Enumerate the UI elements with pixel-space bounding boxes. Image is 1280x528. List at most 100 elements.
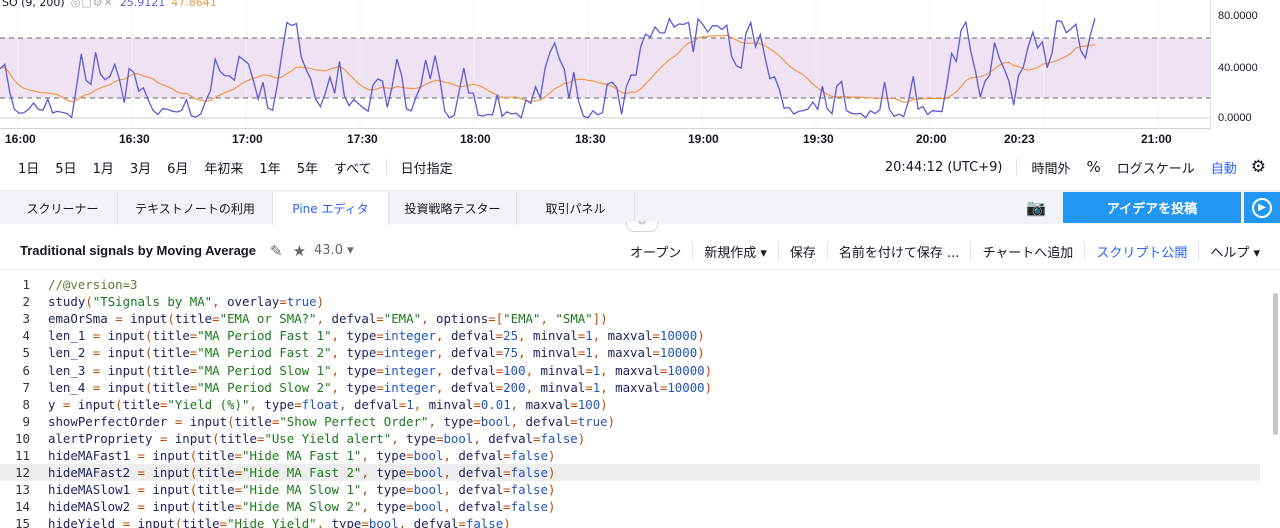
indicator-controls-icons[interactable]: ◎▢⚙✕ [71, 0, 114, 9]
line-number: 11 [15, 448, 30, 463]
line-code[interactable]: hideMASlow1 = input(title="Hide MA Slow … [48, 482, 555, 497]
line-number: 9 [22, 413, 30, 429]
x-tick: 21:00 [1141, 132, 1172, 146]
code-line[interactable]: 8 y = input(title="Yield (%)", type=float… [0, 396, 1260, 413]
line-code[interactable]: study("TSignals by MA", overlay=true) [48, 294, 324, 309]
range-ytd[interactable]: 年初来 [196, 158, 251, 177]
indicator-label[interactable]: SO (9, 200) [2, 0, 65, 9]
price-axis[interactable] [1210, 0, 1280, 130]
pencil-icon[interactable]: ✎ [270, 242, 283, 260]
x-tick: 18:00 [460, 132, 491, 146]
line-number: 14 [15, 499, 30, 515]
code-line[interactable]: 2 study("TSignals by MA", overlay=true) [0, 293, 1260, 310]
code-line[interactable]: 3 emaOrSma = input(title="EMA or SMA?", d… [0, 310, 1260, 327]
publish-script-button[interactable]: スクリプト公開 [1085, 242, 1198, 261]
range-all[interactable]: すべて [326, 158, 380, 177]
divider [1016, 159, 1018, 175]
percent-toggle[interactable]: % [1078, 158, 1108, 176]
bottom-panel-tabs: スクリーナー テキストノートの利用 Pine エディタ 投資戦略テスター 取引パ… [0, 190, 1280, 225]
line-code[interactable]: hideMASlow2 = input(title="Hide MA Slow … [48, 499, 555, 514]
date-picker-button[interactable]: 日付指定 [393, 158, 461, 177]
line-number: 5 [22, 345, 30, 361]
code-line[interactable]: 4 len_1 = input(title="MA Period Fast 1",… [0, 327, 1260, 344]
range-6m[interactable]: 6月 [159, 158, 196, 177]
new-button[interactable]: 新規作成 ▾ [693, 242, 778, 261]
save-button[interactable]: 保存 [779, 242, 827, 261]
x-tick: 18:30 [575, 132, 606, 146]
range-1y[interactable]: 1年 [251, 158, 288, 177]
line-code[interactable]: len_4 = input(title="MA Period Slow 2", … [48, 380, 712, 395]
line-number: 8 [22, 396, 30, 412]
range-5y[interactable]: 5年 [289, 158, 326, 177]
tab-trading-panel[interactable]: 取引パネル [517, 192, 635, 225]
editor-scrollbar[interactable] [1273, 293, 1278, 435]
x-tick: 17:00 [232, 132, 263, 146]
tradingview-window: { "chart": { "indicator_label": "SO (9, … [0, 0, 1280, 528]
line-code[interactable]: emaOrSma = input(title="EMA or SMA?", de… [48, 311, 608, 326]
post-idea-button[interactable]: アイデアを投稿 [1063, 192, 1241, 223]
line-code[interactable]: alertPropriety = input(title="Use Yield … [48, 431, 585, 446]
line-number: 6 [22, 362, 30, 378]
line-code[interactable]: hideMAFast1 = input(title="Hide MA Fast … [48, 448, 555, 463]
range-1d[interactable]: 1日 [10, 158, 47, 177]
tab-pine-editor[interactable]: Pine エディタ [273, 192, 389, 225]
x-tick: 19:30 [803, 132, 834, 146]
star-icon[interactable]: ★ [293, 242, 306, 260]
code-line[interactable]: 11 hideMAFast1 = input(title="Hide MA Fas… [0, 447, 1260, 464]
indicator-value-d: 47.8641 [171, 0, 217, 9]
line-number: 13 [15, 482, 30, 498]
extended-hours-toggle[interactable]: 時間外 [1023, 158, 1078, 177]
script-title[interactable]: Traditional signals by Moving Average [20, 243, 256, 258]
line-code[interactable]: y = input(title="Yield (%)", type=float,… [48, 397, 608, 412]
line-number: 3 [22, 311, 30, 327]
code-line[interactable]: 6 len_3 = input(title="MA Period Slow 1",… [0, 362, 1260, 379]
code-line[interactable]: 7 len_4 = input(title="MA Period Slow 2",… [0, 379, 1260, 396]
line-code[interactable]: len_1 = input(title="MA Period Fast 1", … [48, 328, 705, 343]
line-number: 7 [22, 379, 30, 395]
line-code[interactable]: showPerfectOrder = input(title="Show Per… [48, 414, 615, 429]
range-1m[interactable]: 1月 [85, 158, 122, 177]
line-number: 4 [22, 328, 30, 344]
clock-time[interactable]: 20:44:12 (UTC+9) [877, 160, 1011, 175]
code-line[interactable]: 13 hideMASlow1 = input(title="Hide MA Slo… [0, 481, 1260, 498]
camera-icon[interactable]: 📷 [1026, 198, 1046, 217]
code-line[interactable]: 14 hideMASlow2 = input(title="Hide MA Slo… [0, 498, 1260, 515]
line-code[interactable]: len_3 = input(title="MA Period Slow 1", … [48, 363, 712, 378]
tab-text-notes[interactable]: テキストノートの利用 [118, 192, 273, 225]
add-to-chart-button[interactable]: チャートへ追加 [971, 242, 1084, 261]
play-icon[interactable]: ▶ [1244, 192, 1280, 223]
code-line[interactable]: 12 hideMAFast2 = input(title="Hide MA Fas… [0, 464, 1260, 482]
line-code[interactable]: //@version=3 [48, 277, 138, 292]
line-number: 12 [15, 465, 30, 481]
indicator-plot[interactable] [0, 0, 1210, 130]
code-line[interactable]: 10 alertPropriety = input(title="Use Yiel… [0, 430, 1260, 447]
save-as-button[interactable]: 名前を付けて保存 ... [828, 242, 971, 261]
range-5d[interactable]: 5日 [47, 158, 84, 177]
line-number: 10 [15, 430, 30, 446]
auto-scale-toggle[interactable]: 自動 [1203, 158, 1245, 177]
code-line[interactable]: 1 //@version=3 [0, 276, 1260, 293]
gear-icon[interactable]: ⚙ [1245, 157, 1280, 177]
range-3m[interactable]: 3月 [122, 158, 159, 177]
line-number: 1 [22, 277, 30, 292]
collapse-panel-handle[interactable]: ︾ [626, 222, 658, 232]
code-editor[interactable]: 1 //@version=3 2 study("TSignals by MA", ov… [0, 276, 1280, 528]
stochastic-indicator-pane[interactable]: SO (9, 200) ◎▢⚙✕ 25.9121 47.8641 80.0000… [0, 0, 1280, 130]
version-dropdown[interactable]: 43.0 ▾ [314, 243, 354, 258]
line-code[interactable]: hideMAFast2 = input(title="Hide MA Fast … [48, 465, 555, 480]
code-line[interactable]: 9 showPerfectOrder = input(title="Show Pe… [0, 413, 1260, 430]
editor-menu: オープン 新規作成 ▾ 保存 名前を付けて保存 ... チャートへ追加 スクリプ… [619, 232, 1280, 270]
x-tick: 20:23 [1004, 132, 1035, 146]
help-button[interactable]: ヘルプ ▾ [1199, 242, 1280, 261]
open-button[interactable]: オープン [619, 242, 692, 261]
line-number: 2 [22, 294, 30, 310]
tab-screener[interactable]: スクリーナー [8, 192, 118, 225]
tab-strategy-tester[interactable]: 投資戦略テスター [389, 192, 517, 225]
indicator-legend: SO (9, 200) ◎▢⚙✕ 25.9121 47.8641 [2, 0, 217, 9]
code-line[interactable]: 15 hideYield = input(title="Hide Yield", … [0, 515, 1260, 528]
line-code[interactable]: len_2 = input(title="MA Period Fast 2", … [48, 345, 705, 360]
log-scale-toggle[interactable]: ログスケール [1109, 158, 1203, 177]
code-line[interactable]: 5 len_2 = input(title="MA Period Fast 2",… [0, 344, 1260, 361]
line-code[interactable]: hideYield = input(title="Hide Yield", ty… [48, 516, 511, 528]
pine-editor-header: Traditional signals by Moving Average ✎ … [0, 232, 1280, 270]
